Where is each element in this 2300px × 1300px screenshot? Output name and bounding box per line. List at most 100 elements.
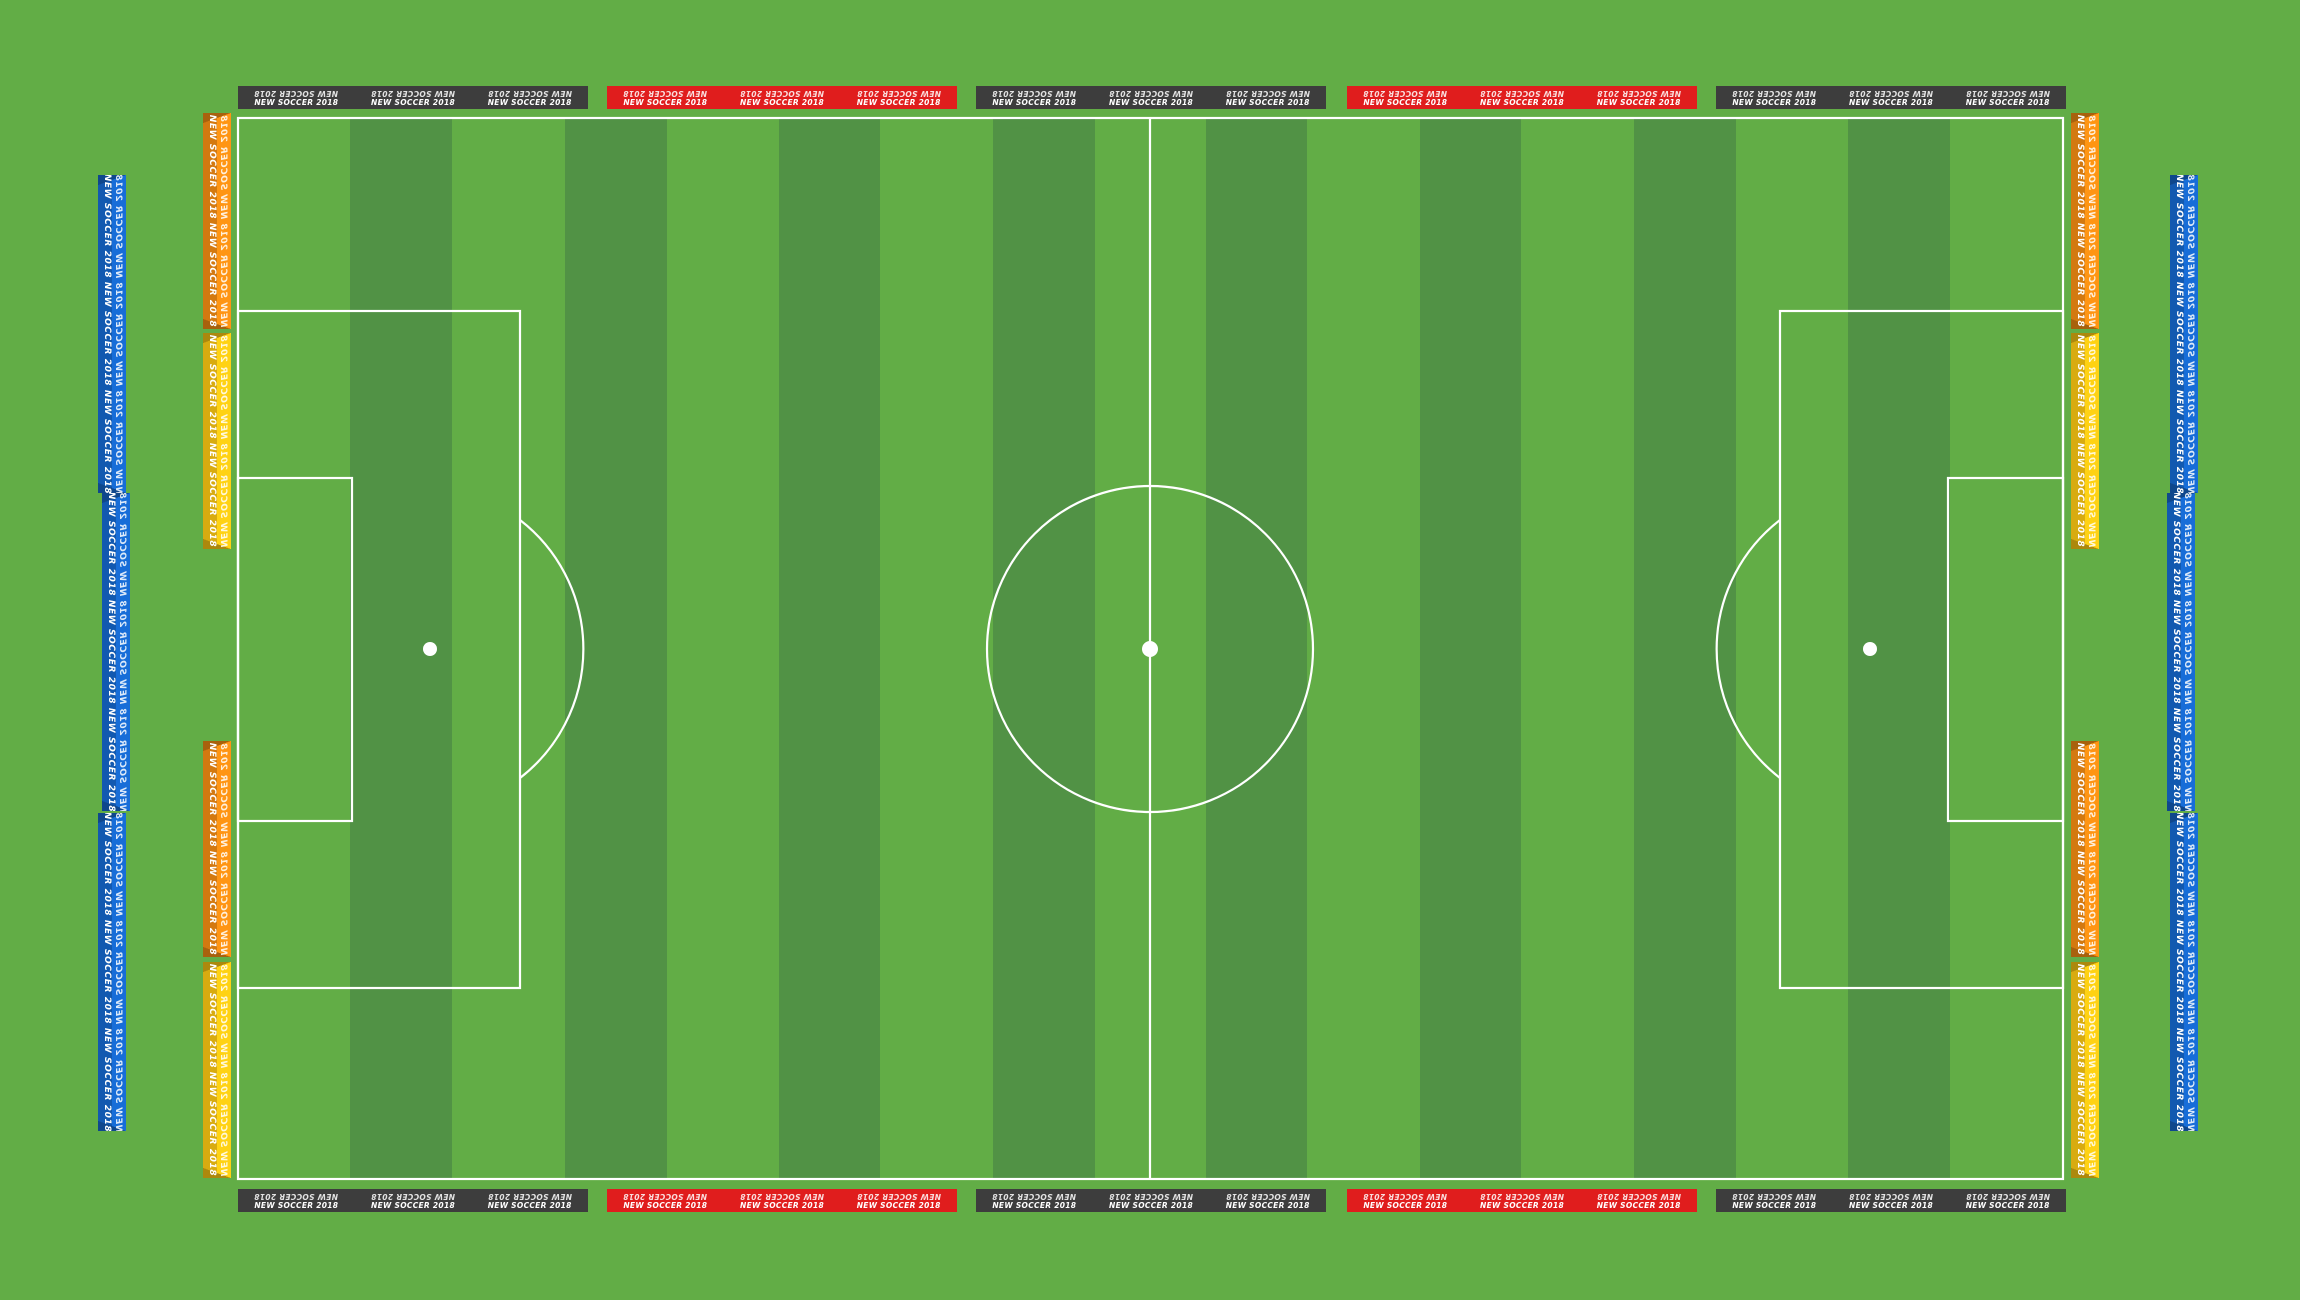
bottom-ad-board: NEW SOCCER 2018 NEW SOCCER 2018 NEW SOCCER… [1347,1189,1697,1212]
ad-text-mirrored: NEW SOCCER 2018 [254,1191,339,1201]
ad-text: NEW SOCCER 2018 [487,1200,572,1210]
right-inner-ad-board: NEW SOCCER 2018 NEW SOCCER 2018 NEW SOCCE… [2071,333,2099,549]
right-inner-ad-board: NEW SOCCER 2018 NEW SOCCER 2018 NEW SOCCE… [2071,962,2099,1178]
ad-text-mirrored: NEW SOCCER 2018 [254,88,339,98]
ad-text: NEW SOCCER 2018 [1480,1200,1564,1210]
ad-board-panel: NEW SOCCER 2018 NEW SOCCER 2018 [1949,1189,2066,1212]
ad-text-mirrored: NEW SOCCER 2018 [992,1191,1077,1201]
ad-text-vertical: NEW SOCCER 2018 NEW SOCCER 2018 NEW SOCCE… [2074,964,2096,1176]
ad-text: NEW SOCCER 2018 [371,1200,455,1210]
ad-text: NEW SOCCER 2018 [1109,97,1193,107]
ad-text-vertical: NEW SOCCER 2018 NEW SOCCER 2018 NEW SOCC… [2170,493,2192,811]
ad-text: NEW SOCCER 2018 [254,97,339,107]
ad-text-mirrored: NEW SOCCER 2018 NEW SOCCER 2018 [218,334,228,548]
ad-board-panel: NEW SOCCER 2018 NEW SOCCER 2018 [1347,86,1464,109]
ad-text-mirrored: NEW SOCCER 2018 [740,88,824,98]
ad-text-mirrored: NEW SOCCER 2018 [1363,1191,1448,1201]
ad-text-mirrored: NEW SOCCER 2018 NEW SOCCER 2018 [218,963,228,1177]
left-outer-ad-board: NEW SOCCER 2018 NEW SOCCER 2018 NEW SOCC… [98,813,126,1131]
ad-text-mirrored: NEW SOCCER 2018 [1109,1191,1193,1201]
right-outer-ad-board: NEW SOCCER 2018 NEW SOCCER 2018 NEW SOCC… [2170,175,2198,493]
ad-board-panel: NEW SOCCER 2018 NEW SOCCER 2018 [1093,1189,1210,1212]
ad-board-panel: NEW SOCCER 2018 NEW SOCCER 2018 [607,86,724,109]
bottom-ad-board: NEW SOCCER 2018 NEW SOCCER 2018 NEW SOCCER… [976,1189,1326,1212]
top-ad-board: NEW SOCCER 2018 NEW SOCCER 2018 NEW SOCCER… [976,86,1326,109]
left-inner-ad-board: NEW SOCCER 2018 NEW SOCCER 2018 NEW SOCCE… [203,113,231,329]
ad-text-mirrored: NEW SOCCER 2018 [1596,88,1681,98]
ad-board-panel: NEW SOCCER 2018 NEW SOCCER 2018 [1093,86,1210,109]
ad-text: NEW SOCCER 2018 [992,1200,1077,1210]
ad-text: NEW SOCCER 2018 [1109,1200,1193,1210]
ad-text-mirrored: NEW SOCCER 2018 [1363,88,1448,98]
top-ad-board: NEW SOCCER 2018 NEW SOCCER 2018 NEW SOCCER… [1716,86,2066,109]
top-ad-board: NEW SOCCER 2018 NEW SOCCER 2018 NEW SOCCER… [1347,86,1697,109]
ad-text: NEW SOCCER 2018 [856,1200,941,1210]
ad-text-vertical: NEW SOCCER 2018 NEW SOCCER 2018 NEW SOCCE… [206,743,228,955]
ad-text: NEW SOCCER 2018 [1965,97,2050,107]
ad-text-mirrored: NEW SOCCER 2018 NEW SOCCER 2018 [218,742,228,956]
pitch-stripe [238,118,350,1179]
ad-board-panel: NEW SOCCER 2018 NEW SOCCER 2018 [1716,1189,1833,1212]
ad-text: NEW SOCCER 2018 [487,97,572,107]
bottom-ad-board: NEW SOCCER 2018 NEW SOCCER 2018 NEW SOCCER… [607,1189,957,1212]
ad-text: NEW SOCCER 2018 NEW SOCCER 2018 [207,114,217,328]
right-inner-ad-board: NEW SOCCER 2018 NEW SOCCER 2018 NEW SOCCE… [2071,741,2099,957]
ad-text: NEW SOCCER 2018 NEW SOCCER 2018 NEW SOCC… [102,813,112,1131]
pitch-stripe [993,118,1095,1179]
ad-text-mirrored: NEW SOCCER 2018 [1225,88,1310,98]
pitch-stripe [1307,118,1420,1179]
left-inner-ad-board: NEW SOCCER 2018 NEW SOCCER 2018 NEW SOCCE… [203,333,231,549]
ad-text: NEW SOCCER 2018 NEW SOCCER 2018 [207,334,217,548]
ad-board-panel: NEW SOCCER 2018 NEW SOCCER 2018 [1464,1189,1581,1212]
ad-board-panel: NEW SOCCER 2018 NEW SOCCER 2018 [1833,86,1950,109]
ad-text: NEW SOCCER 2018 NEW SOCCER 2018 [2075,963,2085,1177]
ad-text-mirrored: NEW SOCCER 2018 [740,1191,824,1201]
ad-text-mirrored: NEW SOCCER 2018 [1965,88,2050,98]
ad-text: NEW SOCCER 2018 NEW SOCCER 2018 NEW SOCC… [106,493,116,811]
ad-text-vertical: NEW SOCCER 2018 NEW SOCCER 2018 NEW SOCCE… [2074,743,2096,955]
pitch-stripe [452,118,565,1179]
ad-board-panel: NEW SOCCER 2018 NEW SOCCER 2018 [1580,1189,1697,1212]
soccer-scene: NEW SOCCER 2018 NEW SOCCER 2018 NEW SOCCER… [0,0,2300,1300]
pitch-stripe [1206,118,1307,1179]
ad-text-mirrored: NEW SOCCER 2018 [1849,1191,1933,1201]
pitch-stripe [1420,118,1521,1179]
ad-text: NEW SOCCER 2018 [371,97,455,107]
ad-text-mirrored: NEW SOCCER 2018 [1109,88,1193,98]
ad-board-panel: NEW SOCCER 2018 NEW SOCCER 2018 [1833,1189,1950,1212]
ad-board-panel: NEW SOCCER 2018 NEW SOCCER 2018 [724,86,841,109]
ad-text-mirrored: NEW SOCCER 2018 [1480,1191,1564,1201]
ad-board-panel: NEW SOCCER 2018 NEW SOCCER 2018 [1464,86,1581,109]
left-inner-ad-board: NEW SOCCER 2018 NEW SOCCER 2018 NEW SOCCE… [203,962,231,1178]
ad-text: NEW SOCCER 2018 [254,1200,339,1210]
pitch-stripe [1950,118,2063,1179]
ad-board-panel: NEW SOCCER 2018 NEW SOCCER 2018 [1949,86,2066,109]
ad-text-vertical: NEW SOCCER 2018 NEW SOCCER 2018 NEW SOCCE… [206,964,228,1176]
ad-text-mirrored: NEW SOCCER 2018 [1965,1191,2050,1201]
ad-board-panel: NEW SOCCER 2018 NEW SOCCER 2018 [607,1189,724,1212]
ad-text: NEW SOCCER 2018 [623,1200,708,1210]
ad-text-vertical: NEW SOCCER 2018 NEW SOCCER 2018 NEW SOCC… [101,175,123,493]
pitch-stripe [779,118,880,1179]
ad-text-mirrored: NEW SOCCER 2018 NEW SOCCER 2018 NEW SOCC… [2182,493,2192,811]
top-ad-board: NEW SOCCER 2018 NEW SOCCER 2018 NEW SOCCER… [238,86,588,109]
ad-text-mirrored: NEW SOCCER 2018 [371,88,455,98]
ad-text-mirrored: NEW SOCCER 2018 [1849,88,1933,98]
ad-text: NEW SOCCER 2018 [623,97,708,107]
ad-text: NEW SOCCER 2018 NEW SOCCER 2018 NEW SOCC… [2174,175,2184,493]
ad-board-panel: NEW SOCCER 2018 NEW SOCCER 2018 [471,1189,588,1212]
ad-board-panel: NEW SOCCER 2018 NEW SOCCER 2018 [976,1189,1093,1212]
pitch-stripe [1634,118,1736,1179]
ad-text: NEW SOCCER 2018 [1225,1200,1310,1210]
top-ad-board: NEW SOCCER 2018 NEW SOCCER 2018 NEW SOCCER… [607,86,957,109]
ad-text: NEW SOCCER 2018 NEW SOCCER 2018 NEW SOCC… [102,175,112,493]
left-inner-ad-board: NEW SOCCER 2018 NEW SOCCER 2018 NEW SOCCE… [203,741,231,957]
ad-board-panel: NEW SOCCER 2018 NEW SOCCER 2018 [355,1189,472,1212]
bottom-ad-board: NEW SOCCER 2018 NEW SOCCER 2018 NEW SOCCER… [1716,1189,2066,1212]
ad-text-mirrored: NEW SOCCER 2018 [487,88,572,98]
ad-text: NEW SOCCER 2018 [992,97,1077,107]
ad-text-mirrored: NEW SOCCER 2018 [856,1191,941,1201]
ad-text-mirrored: NEW SOCCER 2018 NEW SOCCER 2018 [218,114,228,328]
left-outer-ad-board: NEW SOCCER 2018 NEW SOCCER 2018 NEW SOCC… [98,175,126,493]
left-outer-ad-board: NEW SOCCER 2018 NEW SOCCER 2018 NEW SOCC… [102,493,130,811]
